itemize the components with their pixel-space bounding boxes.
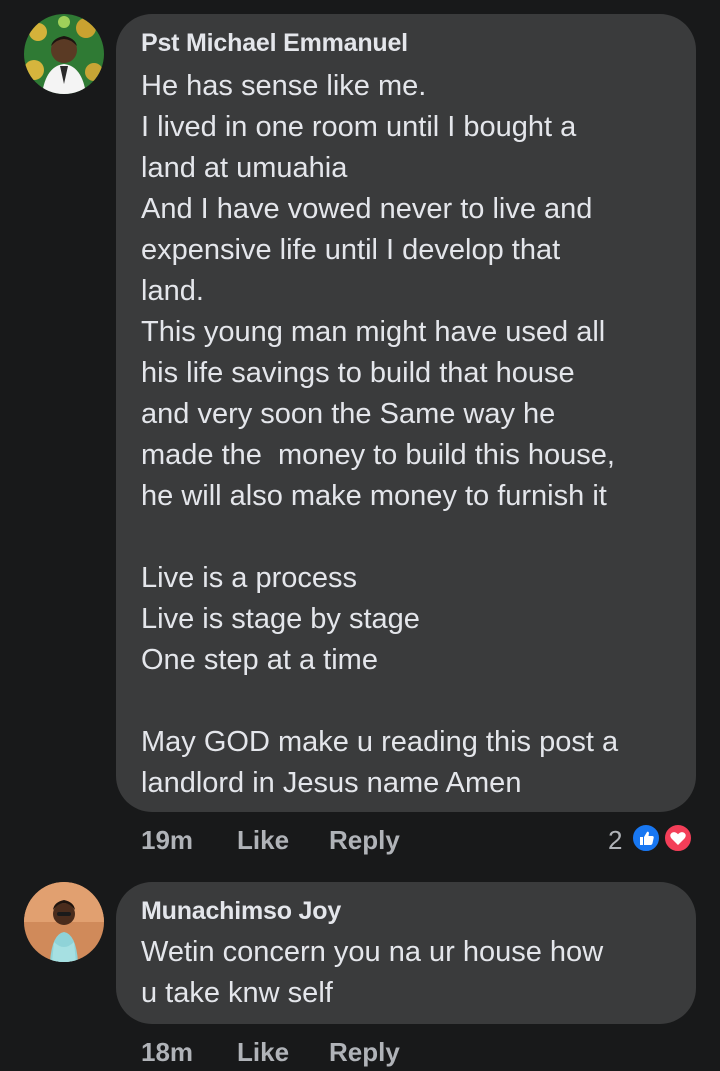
comment-line: u take knw self	[141, 977, 333, 1009]
comment-line: land at umuahia	[141, 152, 348, 184]
comment-line: made the money to build this house,	[141, 439, 615, 471]
comment-line	[141, 517, 672, 558]
comment-line: One step at a time	[141, 644, 378, 676]
comment-line: And I have vowed never to live and	[141, 193, 593, 225]
reply-button[interactable]: Reply	[329, 1037, 400, 1068]
comment-timestamp-1[interactable]: 19m	[141, 825, 193, 856]
like-icon	[630, 822, 662, 854]
comment-author-1[interactable]: Pst Michael Emmanuel	[141, 29, 672, 58]
comment-line: expensive life until I develop that	[141, 234, 561, 266]
comment-line: I lived in one room until I bought a	[141, 111, 577, 143]
comment-line: Wetin concern you na ur house how	[141, 936, 604, 968]
comment-actions-2: 18m Like Reply	[141, 1037, 701, 1071]
reply-button[interactable]: Reply	[329, 825, 400, 856]
comment-line: He has sense like me.	[141, 70, 427, 102]
comment-line: he will also make money to furnish it	[141, 480, 607, 512]
comment-line: This young man might have used all	[141, 316, 606, 348]
comment-line: land.	[141, 275, 204, 307]
love-icon	[662, 822, 694, 854]
comment-line: landlord in Jesus name Amen	[141, 767, 522, 799]
comment-timestamp-2[interactable]: 18m	[141, 1037, 193, 1068]
reaction-summary-1[interactable]: 2	[600, 820, 700, 860]
like-button[interactable]: Like	[237, 825, 289, 856]
comment-bubble-1: Pst Michael Emmanuel He has sense like m…	[116, 14, 696, 812]
avatar-commenter-1[interactable]	[24, 14, 104, 94]
avatar-commenter-2[interactable]	[24, 882, 104, 962]
comment-line: May GOD make u reading this post a	[141, 726, 619, 758]
comment-line: his life savings to build that house	[141, 357, 575, 389]
comment-line: Live is stage by stage	[141, 603, 420, 635]
comment-line: and very soon the Same way he	[141, 398, 556, 430]
like-button[interactable]: Like	[237, 1037, 289, 1068]
comment-line	[141, 681, 672, 722]
comment-text-1: He has sense like me. I lived in one roo…	[141, 66, 672, 804]
comment-text-2: Wetin concern you na ur house how u take…	[141, 932, 672, 1014]
reaction-count: 2	[608, 825, 623, 855]
comment-line: Live is a process	[141, 562, 357, 594]
comment-author-2[interactable]: Munachimso Joy	[141, 897, 672, 926]
comment-bubble-2: Munachimso Joy Wetin concern you na ur h…	[116, 882, 696, 1024]
